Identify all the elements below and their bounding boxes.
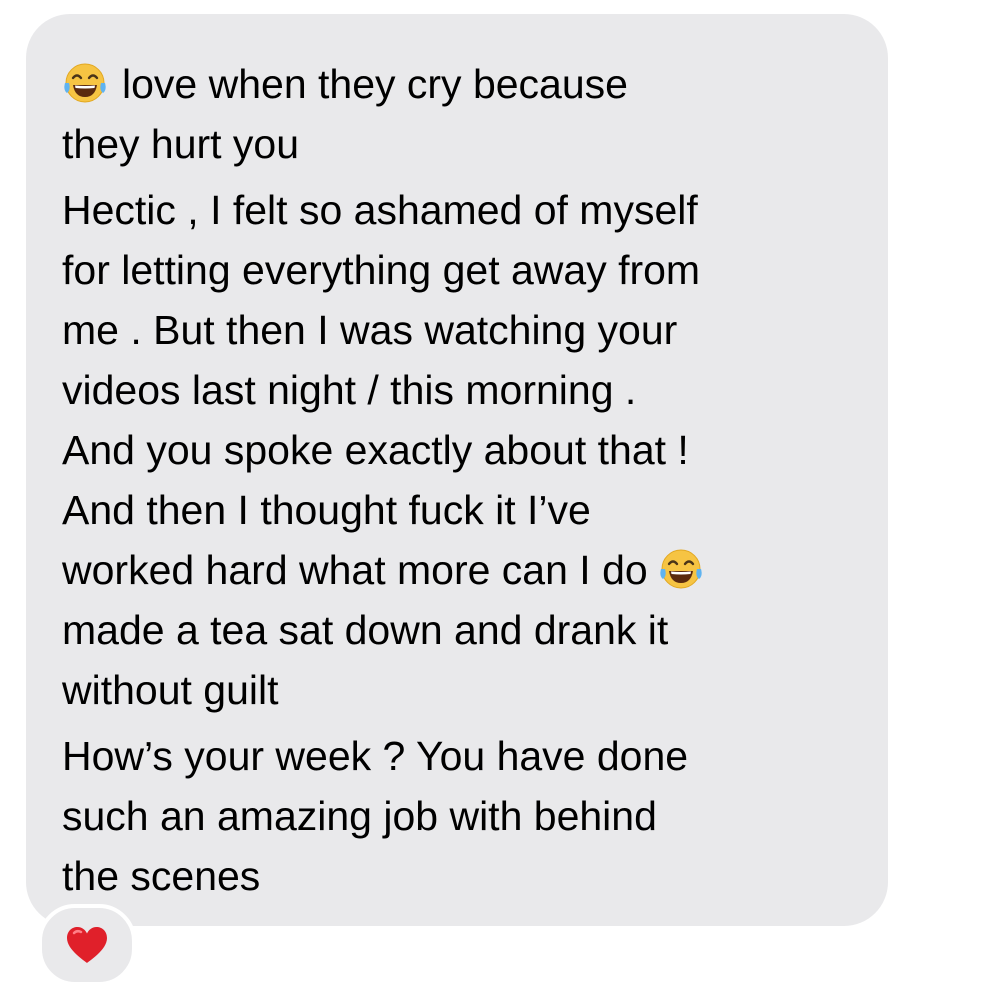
message-thread: love when they cry because they hurt you… — [0, 0, 988, 1002]
red-heart-icon — [65, 925, 109, 965]
message-text: made a tea sat down and drank it — [62, 607, 669, 653]
message-line: love when they cry because — [62, 54, 848, 114]
message-line: the scenes — [62, 846, 848, 906]
message-text: love when they cry because — [122, 61, 628, 107]
reaction-badge[interactable] — [38, 904, 136, 986]
message-text: How’s your week ? You have done — [62, 733, 689, 779]
face-with-tears-of-joy-icon — [62, 60, 108, 106]
message-text: such an amazing job with behind — [62, 793, 657, 839]
message-line: for letting everything get away from — [62, 240, 848, 300]
message-line: And then I thought fuck it I’ve — [62, 480, 848, 540]
message-text: Hectic , I felt so ashamed of myself — [62, 187, 698, 233]
message-text: they hurt you — [62, 121, 300, 167]
message-line: me . But then I was watching your — [62, 300, 848, 360]
message-text: for letting everything get away from — [62, 247, 701, 293]
message-text: And you spoke exactly about that ! — [62, 427, 689, 473]
message-line: videos last night / this morning . — [62, 360, 848, 420]
message-line: How’s your week ? You have done — [62, 726, 848, 786]
message-bubble[interactable]: love when they cry because they hurt you… — [26, 14, 888, 926]
message-line: without guilt — [62, 660, 848, 720]
message-line: Hectic , I felt so ashamed of myself — [62, 180, 848, 240]
message-line: made a tea sat down and drank it — [62, 600, 848, 660]
message-line: And you spoke exactly about that ! — [62, 420, 848, 480]
message-text: without guilt — [62, 667, 279, 713]
message-line: worked hard what more can I do — [62, 540, 848, 600]
message-text: videos last night / this morning . — [62, 367, 637, 413]
message-text: me . But then I was watching your — [62, 307, 678, 353]
message-text: And then I thought fuck it I’ve — [62, 487, 591, 533]
message-line: they hurt you — [62, 114, 848, 174]
message-text: worked hard what more can I do — [62, 547, 648, 593]
message-text: the scenes — [62, 853, 261, 899]
message-line: such an amazing job with behind — [62, 786, 848, 846]
face-with-tears-of-joy-icon — [658, 546, 704, 592]
